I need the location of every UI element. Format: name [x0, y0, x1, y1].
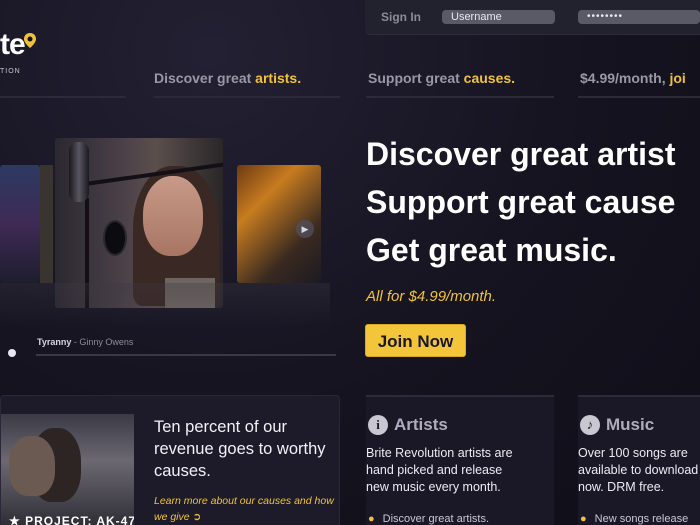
slider-pagination	[0, 349, 30, 359]
nav-discover-highlight: artists.	[255, 70, 302, 86]
causes-heading: Ten percent of our revenue goes to worth…	[154, 418, 326, 480]
signin-label: Sign In	[381, 10, 421, 24]
slide-previous[interactable]	[0, 165, 40, 283]
project-ak47-photo[interactable]: ★ PROJECT: AK-47 ★	[1, 414, 134, 525]
arrow-right-icon: ➲	[192, 511, 202, 523]
artist-face	[143, 176, 203, 256]
causes-learn-more-link[interactable]: Learn more about our causes and how we g…	[154, 493, 334, 525]
feature-music-title[interactable]: Music	[606, 415, 654, 435]
caption-artist: - Ginny Owens	[71, 337, 134, 347]
nav-support-highlight: causes.	[463, 70, 516, 86]
photo-person	[9, 436, 55, 496]
project-label: ★ PROJECT: AK-47 ★	[9, 514, 134, 525]
feature-music-bullet-text: New songs release	[594, 513, 689, 525]
nav-support-causes[interactable]: Support great causes.	[368, 70, 515, 86]
nav-divider	[0, 96, 126, 98]
map-pin-icon	[24, 33, 36, 48]
caption-title: Tyranny	[37, 337, 72, 347]
causes-link-text: Learn more about our causes and how we g…	[154, 495, 334, 523]
pin-icon: ●	[368, 513, 375, 525]
nav-join-price[interactable]: $4.99/month, joi	[580, 70, 686, 86]
logo-subtext: TION	[0, 68, 21, 75]
signin-bar: Sign In	[365, 0, 700, 35]
nav-join-prefix: $4.99/month,	[580, 70, 670, 86]
nav-support-prefix: Support great	[368, 70, 464, 86]
feature-artists-bullet: ● Discover great artists.	[368, 513, 489, 525]
hero-price: All for $4.99/month.	[366, 288, 497, 305]
slider-track	[36, 354, 336, 356]
hero-line-3: Get great music.	[366, 232, 617, 268]
nav-divider	[366, 96, 554, 98]
microphone-icon	[69, 142, 89, 202]
next-arrow-icon[interactable]: ▶	[296, 220, 314, 238]
slider-dot[interactable]	[8, 349, 16, 357]
music-note-icon: ♪	[580, 415, 600, 435]
password-input[interactable]	[578, 10, 700, 24]
pin-icon: ●	[580, 513, 587, 525]
slide-reflection	[0, 283, 330, 328]
slide-previous-edge	[40, 165, 53, 283]
feature-music-bullet: ● New songs release	[580, 513, 688, 525]
nav-divider	[154, 96, 340, 98]
join-now-button[interactable]: Join Now	[365, 324, 466, 357]
pop-filter	[103, 220, 127, 256]
nav-divider	[578, 96, 700, 98]
feature-artists-bullet-text: Discover great artists.	[382, 513, 490, 525]
nav-discover-prefix: Discover great	[154, 70, 256, 86]
nav-join-highlight: joi	[669, 70, 686, 86]
feature-music-text: Over 100 songs are available to download…	[578, 446, 700, 494]
feature-artists-text: Brite Revolution artists are hand picked…	[366, 446, 513, 494]
feature-artists-title[interactable]: Artists	[394, 415, 448, 435]
info-icon: i	[368, 415, 388, 435]
brite-logo[interactable]: te TION	[0, 28, 60, 88]
hero-line-2: Support great cause	[366, 184, 676, 220]
hero-line-1: Discover great artist	[366, 136, 676, 172]
logo-text: te	[0, 28, 26, 61]
feature-artists: i Artists Brite Revolution artists are h…	[366, 395, 554, 525]
feature-music: ♪ Music Over 100 songs are available to …	[578, 395, 700, 525]
page: Sign In te TION Discover great artists. …	[0, 0, 700, 525]
slide-caption: Tyranny - Ginny Owens	[37, 337, 133, 347]
username-input[interactable]	[442, 10, 555, 24]
nav-discover-artists[interactable]: Discover great artists.	[154, 70, 301, 86]
